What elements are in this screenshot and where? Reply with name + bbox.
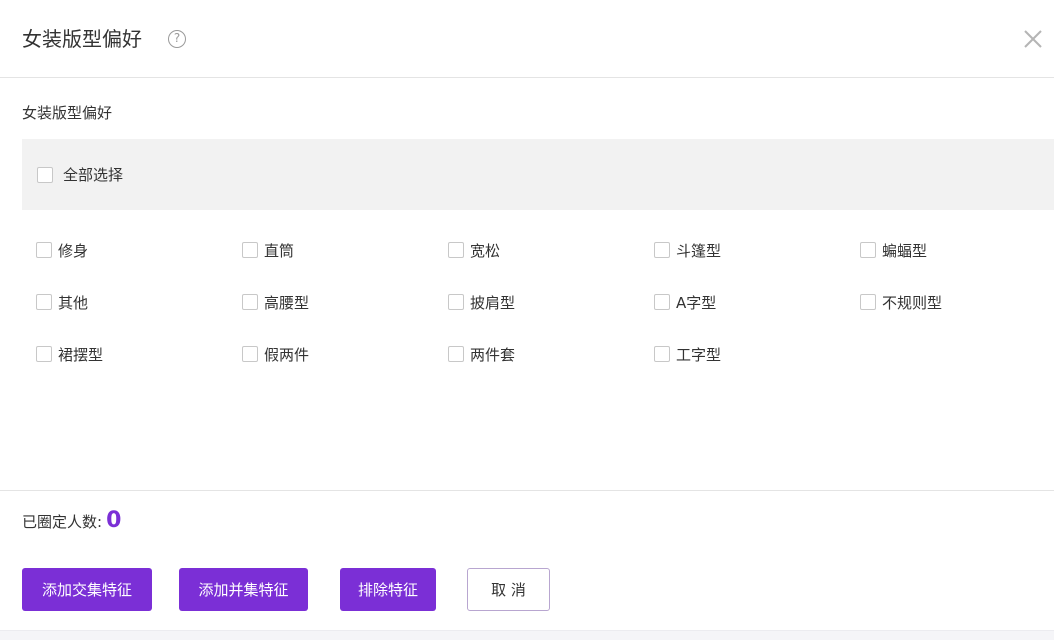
- option-label: 蝙蝠型: [882, 241, 928, 260]
- option-label: A字型: [676, 293, 717, 312]
- question-circle-icon[interactable]: ?: [168, 30, 186, 48]
- close-icon[interactable]: [1020, 26, 1046, 52]
- checkbox-box[interactable]: [36, 294, 52, 310]
- dialog-title: 女装版型偏好: [22, 27, 142, 51]
- checkbox-box[interactable]: [36, 346, 52, 362]
- footer-divider: [0, 490, 1054, 491]
- option-label: 工字型: [676, 345, 722, 364]
- section-title: 女装版型偏好: [22, 104, 113, 122]
- option-checkbox[interactable]: 高腰型: [242, 288, 448, 316]
- fixed-count-value: 0: [106, 508, 122, 533]
- checkbox-box[interactable]: [654, 242, 670, 258]
- checkbox-box[interactable]: [242, 346, 258, 362]
- select-all-checkbox[interactable]: 全部选择: [37, 164, 123, 185]
- checkbox-box[interactable]: [37, 166, 53, 183]
- option-label: 斗篷型: [676, 241, 722, 260]
- option-checkbox[interactable]: A字型: [654, 288, 860, 316]
- option-checkbox[interactable]: 两件套: [448, 340, 654, 368]
- option-checkbox[interactable]: 裙摆型: [36, 340, 242, 368]
- bottom-strip: [0, 630, 1054, 640]
- checkbox-box[interactable]: [242, 294, 258, 310]
- checkbox-box[interactable]: [654, 294, 670, 310]
- options-grid: 修身 直筒 宽松 斗篷型 蝙蝠型其他 高腰型 披肩型 A字型 不规则型裙摆型 假两件 两件套 工字型: [36, 236, 1054, 392]
- checkbox-box[interactable]: [448, 294, 464, 310]
- option-label: 披肩型: [470, 293, 516, 312]
- checkbox-box[interactable]: [860, 242, 876, 258]
- option-checkbox[interactable]: 其他: [36, 288, 242, 316]
- option-checkbox[interactable]: 斗篷型: [654, 236, 860, 264]
- option-label: 直筒: [264, 241, 295, 260]
- add-union-button[interactable]: 添加并集特征: [179, 568, 308, 611]
- option-label: 宽松: [470, 241, 501, 260]
- option-checkbox[interactable]: 假两件: [242, 340, 448, 368]
- option-checkbox[interactable]: 修身: [36, 236, 242, 264]
- select-all-bar: 全部选择: [22, 139, 1054, 210]
- checkbox-box[interactable]: [448, 242, 464, 258]
- option-label: 高腰型: [264, 293, 310, 312]
- option-label: 不规则型: [882, 293, 943, 312]
- option-checkbox[interactable]: 工字型: [654, 340, 860, 368]
- fixed-count: 已圈定人数: 0: [22, 508, 121, 533]
- option-label: 两件套: [470, 345, 516, 364]
- option-label: 裙摆型: [58, 345, 104, 364]
- select-all-label: 全部选择: [63, 166, 124, 184]
- option-label: 假两件: [264, 345, 310, 364]
- option-checkbox[interactable]: 披肩型: [448, 288, 654, 316]
- option-checkbox[interactable]: 直筒: [242, 236, 448, 264]
- checkbox-box[interactable]: [448, 346, 464, 362]
- option-checkbox[interactable]: 不规则型: [860, 288, 1054, 316]
- add-intersection-button[interactable]: 添加交集特征: [22, 568, 152, 611]
- option-checkbox[interactable]: 蝙蝠型: [860, 236, 1054, 264]
- dialog-header: 女装版型偏好 ?: [0, 0, 1054, 78]
- exclude-button[interactable]: 排除特征: [340, 568, 436, 611]
- checkbox-box[interactable]: [36, 242, 52, 258]
- option-label: 其他: [58, 293, 89, 312]
- checkbox-box[interactable]: [860, 294, 876, 310]
- option-checkbox[interactable]: 宽松: [448, 236, 654, 264]
- option-label: 修身: [58, 241, 89, 260]
- checkbox-box[interactable]: [242, 242, 258, 258]
- checkbox-box[interactable]: [654, 346, 670, 362]
- cancel-button[interactable]: 取 消: [467, 568, 550, 611]
- fixed-count-label: 已圈定人数:: [22, 513, 103, 531]
